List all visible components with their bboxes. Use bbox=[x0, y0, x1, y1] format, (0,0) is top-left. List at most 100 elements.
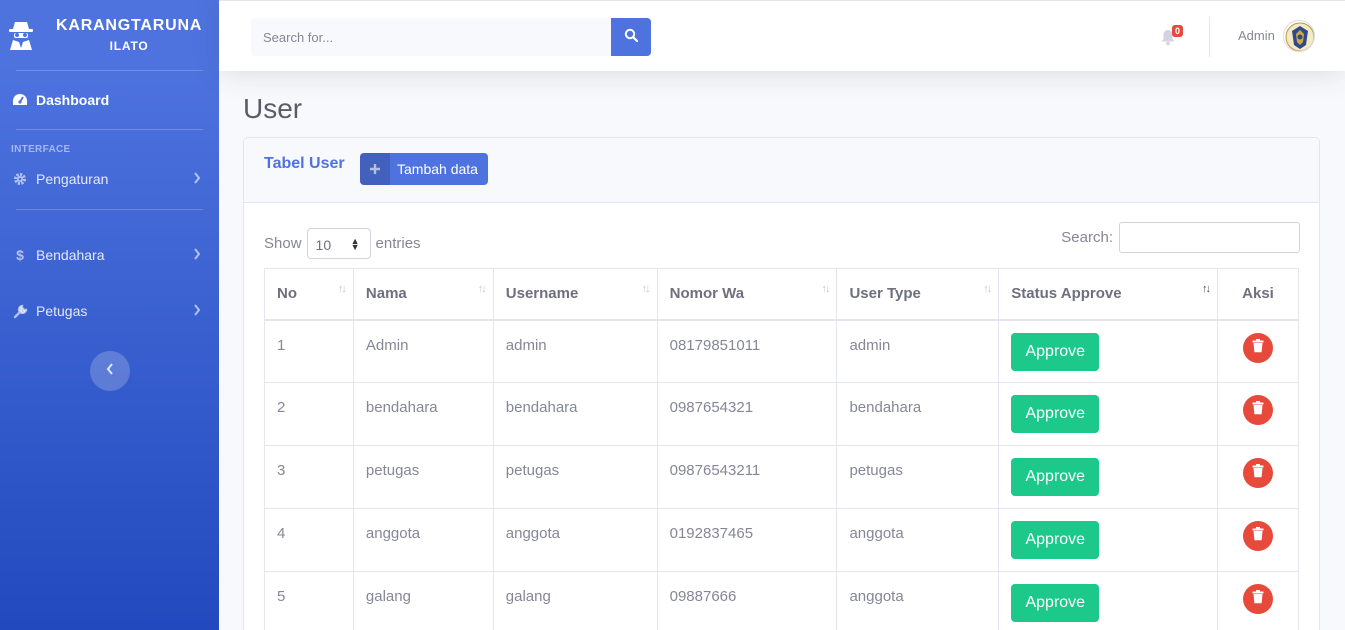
cell-no: 2 bbox=[264, 382, 354, 446]
approve-button[interactable]: Approve bbox=[1011, 395, 1100, 433]
table-search-label: Search: bbox=[1061, 229, 1113, 246]
chevron-left-icon bbox=[106, 362, 114, 380]
user-table-card: Tabel User Tambah data Show 10 ▲ ▼ entrie… bbox=[243, 137, 1320, 630]
entries-select[interactable]: 10 ▲ ▼ bbox=[306, 228, 371, 259]
cell-username: petugas bbox=[492, 445, 658, 509]
delete-button[interactable] bbox=[1243, 332, 1273, 363]
card-title: Tabel User bbox=[264, 155, 345, 172]
cell-status-approve: Approve bbox=[998, 508, 1219, 572]
table-controls: Show 10 ▲ ▼ entries Search: bbox=[264, 222, 1300, 259]
sidebar-item-pengaturan[interactable]: Pengaturan bbox=[0, 159, 219, 199]
cell-no: 3 bbox=[264, 445, 354, 509]
approve-button[interactable]: Approve bbox=[1011, 521, 1100, 559]
column-header-nomor-wa[interactable]: Nomor Wa ↑↓ bbox=[656, 268, 838, 321]
cell-username: anggota bbox=[492, 508, 658, 572]
trash-icon bbox=[1252, 338, 1264, 357]
column-header-status-approve[interactable]: Status Approve ↑↓ bbox=[998, 268, 1219, 321]
cell-aksi bbox=[1217, 382, 1299, 446]
dollar-icon: $ bbox=[16, 247, 24, 263]
cell-user-type: admin bbox=[836, 319, 1000, 383]
sidebar-brand[interactable]: KARANGTARUNA ILATO bbox=[0, 0, 219, 70]
cell-aksi bbox=[1217, 445, 1299, 509]
cell-nomor-wa: 09876543211 bbox=[656, 445, 838, 509]
search-button[interactable] bbox=[611, 18, 651, 56]
cell-user-type: anggota bbox=[836, 508, 1000, 572]
trash-icon bbox=[1252, 527, 1264, 545]
user-name[interactable]: Admin bbox=[1238, 28, 1275, 43]
gear-icon bbox=[12, 171, 28, 187]
card-header: Tabel User Tambah data bbox=[244, 138, 1319, 203]
delete-button[interactable] bbox=[1243, 521, 1273, 551]
show-label: Show bbox=[264, 235, 302, 252]
tachometer-icon bbox=[12, 92, 28, 108]
trash-icon bbox=[1252, 464, 1264, 482]
sidebar-heading: INTERFACE bbox=[11, 144, 71, 155]
add-data-label: Tambah data bbox=[397, 161, 478, 177]
brand-subtitle: ILATO bbox=[109, 39, 149, 53]
wrench-icon bbox=[12, 303, 28, 319]
sidebar-item-dashboard[interactable]: Dashboard bbox=[0, 71, 219, 129]
cell-no: 5 bbox=[264, 571, 354, 630]
avatar[interactable] bbox=[1283, 20, 1315, 52]
trash-icon bbox=[1252, 401, 1264, 419]
sort-icon: ↑↓ bbox=[983, 283, 992, 295]
cell-nomor-wa: 0987654321 bbox=[656, 382, 838, 446]
cell-nomor-wa: 08179851011 bbox=[656, 319, 838, 383]
entries-label: entries bbox=[375, 235, 421, 252]
entries-length-control: Show 10 ▲ ▼ entries bbox=[264, 228, 421, 259]
sort-icon: ↑↓ bbox=[477, 283, 487, 295]
cell-username: bendahara bbox=[492, 382, 658, 446]
cell-aksi bbox=[1217, 319, 1299, 383]
sidebar-item-label: Dashboard bbox=[36, 92, 110, 108]
topbar-divider bbox=[1209, 17, 1210, 57]
approve-button[interactable]: Approve bbox=[1011, 458, 1100, 496]
trash-icon bbox=[1252, 590, 1264, 608]
chevron-right-icon bbox=[193, 247, 201, 263]
delete-button[interactable] bbox=[1243, 458, 1273, 488]
delete-button[interactable] bbox=[1243, 395, 1273, 425]
sidebar-item-label: Pengaturan bbox=[36, 171, 109, 187]
column-header-user-type[interactable]: User Type ↑↓ bbox=[836, 268, 1000, 321]
approve-button[interactable]: Approve bbox=[1011, 584, 1100, 622]
sort-icon: ↑↓ bbox=[1202, 283, 1211, 295]
sidebar-toggle-button[interactable] bbox=[89, 351, 130, 391]
cell-username: galang bbox=[492, 571, 658, 630]
cell-user-type: bendahara bbox=[836, 382, 1000, 446]
cell-aksi bbox=[1217, 571, 1299, 630]
sort-icon: ↑↓ bbox=[337, 283, 347, 295]
notification-badge: 0 bbox=[1172, 25, 1184, 37]
cell-nama: galang bbox=[352, 571, 494, 630]
cell-nama: anggota bbox=[352, 508, 494, 572]
sidebar-item-label: Petugas bbox=[36, 303, 88, 319]
cell-nomor-wa: 0192837465 bbox=[656, 508, 838, 572]
search-icon bbox=[624, 28, 639, 47]
table-row: 5 galang galang 09887666 anggota Approve bbox=[264, 571, 1299, 630]
sort-icon: ↑↓ bbox=[641, 283, 651, 295]
sidebar-item-petugas[interactable]: Petugas bbox=[0, 283, 219, 339]
cell-nama: petugas bbox=[352, 445, 494, 509]
column-header-no[interactable]: No ↑↓ bbox=[264, 268, 354, 321]
cell-user-type: petugas bbox=[836, 445, 1000, 509]
sidebar: KARANGTARUNA ILATO Dashboard INTERFACE P… bbox=[0, 0, 219, 630]
delete-button[interactable] bbox=[1243, 584, 1273, 614]
cell-nama: bendahara bbox=[352, 382, 494, 446]
topbar: 0 Admin bbox=[219, 0, 1345, 71]
user-secret-icon bbox=[6, 15, 36, 55]
column-header-nama[interactable]: Nama ↑↓ bbox=[352, 268, 494, 321]
cell-nama: Admin bbox=[352, 319, 494, 383]
table-row: 4 anggota anggota 0192837465 anggota Approve bbox=[264, 508, 1299, 572]
cell-user-type: anggota bbox=[836, 571, 1000, 630]
page-title: User bbox=[243, 93, 303, 124]
chevron-right-icon bbox=[193, 303, 201, 319]
table-row: 2 bendahara bendahara 0987654321 bendahara Ap… bbox=[264, 382, 1299, 446]
search-input[interactable] bbox=[251, 18, 611, 56]
add-data-button[interactable]: Tambah data bbox=[360, 153, 488, 185]
cell-nomor-wa: 09887666 bbox=[656, 571, 838, 630]
approve-button[interactable]: Approve bbox=[1011, 332, 1100, 371]
table-row: 1 Admin admin 08179851011 admin Approve bbox=[264, 319, 1299, 383]
column-header-aksi: Aksi bbox=[1217, 268, 1299, 321]
sidebar-item-bendahara[interactable]: $ Bendahara bbox=[0, 227, 219, 283]
column-header-username[interactable]: Username ↑↓ bbox=[492, 268, 658, 321]
select-arrows-icon: ▲ ▼ bbox=[350, 236, 360, 252]
table-search-input[interactable] bbox=[1119, 222, 1300, 253]
